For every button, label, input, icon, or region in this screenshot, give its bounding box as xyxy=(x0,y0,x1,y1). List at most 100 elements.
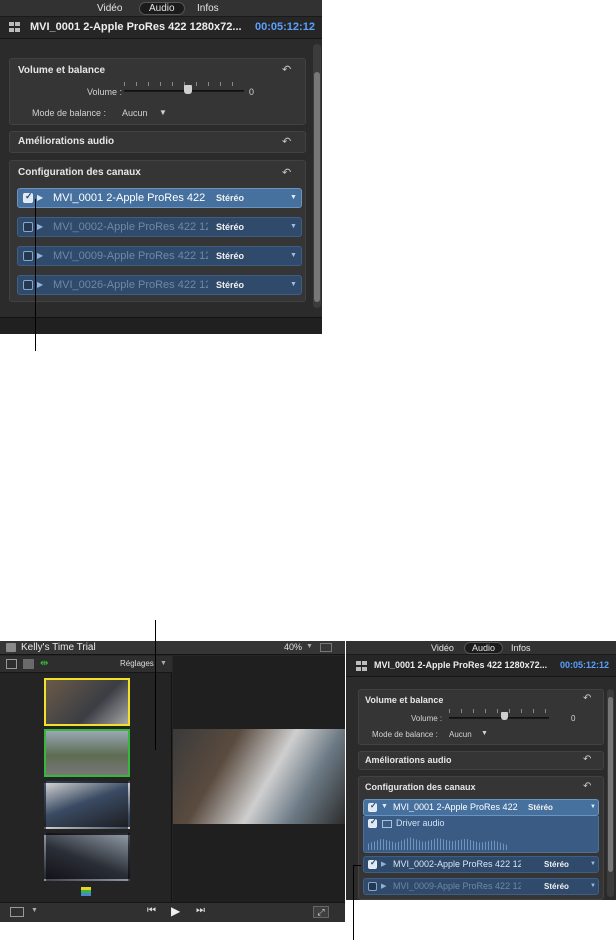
clip-thumbnail[interactable] xyxy=(44,781,130,829)
clip-thumbnail[interactable] xyxy=(44,729,130,777)
clip-thumbnail[interactable] xyxy=(44,678,130,726)
inspector-scrollbar[interactable] xyxy=(313,44,321,308)
tab-video[interactable]: Vidéo xyxy=(88,2,131,15)
volume-slider-knob[interactable] xyxy=(184,85,192,94)
chevron-down-icon[interactable]: ▼ xyxy=(306,643,313,650)
channels-title: Configuration des canaux xyxy=(365,782,476,792)
zoom-level[interactable]: 40% xyxy=(284,642,302,652)
channel-row[interactable]: ▶ MVI_0002-Apple ProRes 422 12 Stéréo ▼ xyxy=(17,217,302,237)
channel-mode[interactable]: Stéréo xyxy=(216,193,244,203)
volume-value: 0 xyxy=(571,714,576,723)
checkbox-icon[interactable] xyxy=(23,251,33,261)
tab-video[interactable]: Vidéo xyxy=(424,642,461,654)
callout-line xyxy=(353,865,354,940)
checkbox-icon[interactable] xyxy=(23,191,33,203)
browser-toggle-icon[interactable] xyxy=(6,659,17,669)
volume-slider-ticks xyxy=(449,709,549,713)
disclosure-triangle-icon[interactable]: ▶ xyxy=(37,193,43,202)
channel-mode[interactable]: Stéréo xyxy=(216,222,244,232)
channel-mode[interactable]: Stéréo xyxy=(544,882,569,891)
channel-row[interactable]: ▼ MVI_0001 2-Apple ProRes 422 Stéréo ▼ xyxy=(363,799,599,816)
reset-arrow-icon[interactable]: ↶ xyxy=(282,135,291,148)
skip-back-icon[interactable]: ⏮ xyxy=(147,905,156,916)
settings-label[interactable]: Réglages xyxy=(120,659,154,668)
channel-name: MVI_0026-Apple ProRes 422 12 xyxy=(53,279,208,291)
filmstrip-icon[interactable] xyxy=(23,659,34,669)
channel-name: MVI_0009-Apple ProRes 422 12 xyxy=(53,250,208,262)
inspector-header: MVI_0001 2-Apple ProRes 422 1280x72... 0… xyxy=(0,17,322,39)
disclosure-triangle-icon[interactable]: ▶ xyxy=(381,882,386,890)
channel-mode[interactable]: Stéréo xyxy=(528,803,553,812)
scrollbar-thumb[interactable] xyxy=(608,697,613,872)
channel-row[interactable]: ▶ MVI_0026-Apple ProRes 422 12 Stéréo ▼ xyxy=(17,275,302,295)
volume-value: 0 xyxy=(249,87,255,97)
channel-name: MVI_0002-Apple ProRes 422 12 xyxy=(53,221,208,233)
checkbox-icon[interactable] xyxy=(368,817,377,828)
inspector-scrollbar[interactable] xyxy=(607,689,614,897)
dropdown-arrow-icon[interactable]: ▼ xyxy=(590,804,596,810)
volume-label: Volume : xyxy=(411,714,443,723)
volume-section: Volume et balance ↶ Volume : 0 Mode de b… xyxy=(358,689,604,745)
channel-mode[interactable]: Stéréo xyxy=(544,860,569,869)
dropdown-arrow-icon[interactable]: ▼ xyxy=(290,223,297,230)
chevron-down-icon[interactable]: ▼ xyxy=(31,907,38,914)
channel-row[interactable]: ▶ MVI_0001 2-Apple ProRes 422 1 Stéréo ▼ xyxy=(17,188,302,208)
waveform-icon[interactable]: ⇹ xyxy=(40,658,48,669)
channel-mode[interactable]: Stéréo xyxy=(216,251,244,261)
reset-arrow-icon[interactable]: ↶ xyxy=(583,693,591,704)
viewer xyxy=(173,656,345,902)
channel-name: MVI_0001 2-Apple ProRes 422 1 xyxy=(53,192,208,204)
channel-mode[interactable]: Stéréo xyxy=(216,280,244,290)
chevron-down-icon[interactable]: ▼ xyxy=(481,730,488,737)
dropdown-arrow-icon[interactable]: ▼ xyxy=(590,883,596,889)
channel-name: MVI_0002-Apple ProRes 422 12 xyxy=(393,859,521,869)
channel-row[interactable]: ▶ MVI_0009-Apple ProRes 422 12 Stéréo ▼ xyxy=(363,878,599,895)
clip-thumbnail[interactable] xyxy=(44,833,130,881)
enhancements-section[interactable]: Améliorations audio ↶ xyxy=(9,131,306,153)
reset-arrow-icon[interactable]: ↶ xyxy=(583,781,591,792)
checkbox-icon[interactable] xyxy=(23,222,33,232)
inspector-footer xyxy=(0,317,322,334)
disclosure-triangle-icon[interactable]: ▶ xyxy=(37,280,43,289)
checkbox-icon[interactable] xyxy=(23,280,33,290)
audio-meter-icon[interactable] xyxy=(320,643,332,652)
channel-subrow[interactable]: Driver audio xyxy=(363,816,599,853)
dropdown-arrow-icon[interactable]: ▼ xyxy=(590,861,596,867)
dropdown-arrow-icon[interactable]: ▼ xyxy=(290,252,297,259)
checkbox-icon[interactable] xyxy=(368,801,377,812)
disclosure-triangle-icon[interactable]: ▶ xyxy=(381,860,386,868)
channel-row[interactable]: ▶ MVI_0002-Apple ProRes 422 12 Stéréo ▼ xyxy=(363,856,599,873)
balance-mode-value[interactable]: Aucun xyxy=(449,730,472,739)
disclosure-triangle-icon[interactable]: ▼ xyxy=(381,803,388,810)
fullscreen-icon[interactable]: ⤢ xyxy=(313,906,329,918)
disclosure-triangle-icon[interactable]: ▶ xyxy=(37,222,43,231)
volume-slider-knob[interactable] xyxy=(501,712,508,720)
scrollbar-thumb[interactable] xyxy=(314,72,320,302)
transform-icon[interactable] xyxy=(10,907,24,917)
tab-audio[interactable]: Audio xyxy=(139,2,185,15)
dropdown-arrow-icon[interactable]: ▼ xyxy=(290,194,297,201)
enhancements-section[interactable]: Améliorations audio ↶ xyxy=(358,751,604,770)
checkbox-icon[interactable] xyxy=(368,858,377,869)
tab-audio[interactable]: Audio xyxy=(464,642,504,654)
dropdown-arrow-icon[interactable]: ▼ xyxy=(290,281,297,288)
channel-row[interactable]: ▶ MVI_0009-Apple ProRes 422 12 Stéréo ▼ xyxy=(17,246,302,266)
browser-toolbar: ⇹ Réglages ▼ xyxy=(0,656,172,673)
disclosure-triangle-icon[interactable]: ▶ xyxy=(37,251,43,260)
tab-infos[interactable]: Infos xyxy=(188,2,228,15)
grid-icon xyxy=(9,22,21,33)
chevron-down-icon[interactable]: ▼ xyxy=(160,660,167,667)
play-icon[interactable]: ▶ xyxy=(171,904,180,918)
balance-mode-value[interactable]: Aucun xyxy=(122,108,148,118)
chevron-down-icon[interactable]: ▼ xyxy=(159,108,167,117)
reset-arrow-icon[interactable]: ↶ xyxy=(583,754,591,765)
tab-infos[interactable]: Infos xyxy=(504,642,538,654)
inspector-tab-bar: Vidéo Audio Infos xyxy=(346,641,616,655)
reset-arrow-icon[interactable]: ↶ xyxy=(282,166,291,179)
inspector-header: MVI_0001 2-Apple ProRes 422 1280x72... 0… xyxy=(346,655,616,677)
volume-slider[interactable] xyxy=(449,717,549,719)
clip-name: MVI_0001 2-Apple ProRes 422 1280x72... xyxy=(374,660,548,670)
checkbox-icon[interactable] xyxy=(368,882,377,891)
reset-arrow-icon[interactable]: ↶ xyxy=(282,63,291,76)
skip-forward-icon[interactable]: ⏭ xyxy=(196,905,205,916)
